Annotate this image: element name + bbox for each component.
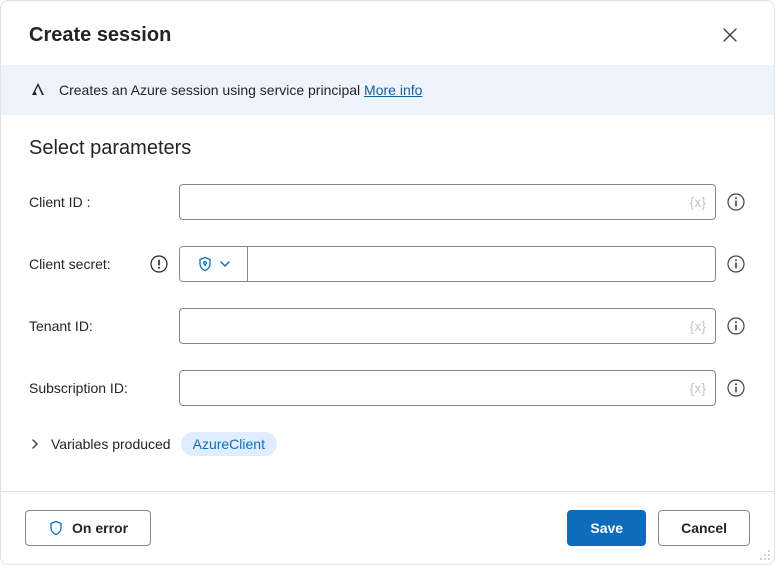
info-icon xyxy=(727,255,745,273)
chevron-down-icon xyxy=(219,258,231,270)
azure-icon xyxy=(29,81,47,99)
secret-type-dropdown[interactable] xyxy=(180,247,248,281)
dialog-footer: On error Save Cancel xyxy=(1,491,774,564)
save-button[interactable]: Save xyxy=(567,510,646,546)
variables-produced-label: Variables produced xyxy=(51,436,171,452)
section-title: Select parameters xyxy=(29,137,746,160)
client-secret-input[interactable] xyxy=(248,247,715,281)
footer-actions: Save Cancel xyxy=(567,510,750,546)
dialog-header: Create session xyxy=(1,1,774,65)
resize-grip-icon[interactable] xyxy=(758,548,772,562)
client-secret-row: Client secret: xyxy=(29,246,746,282)
cancel-button[interactable]: Cancel xyxy=(658,510,750,546)
info-icon xyxy=(727,317,745,335)
client-secret-info-button[interactable] xyxy=(726,254,746,274)
chevron-right-icon xyxy=(29,438,41,450)
dialog-title: Create session xyxy=(29,24,171,47)
shield-outline-icon xyxy=(48,520,64,536)
client-id-row: Client ID : {x} xyxy=(29,184,746,220)
tenant-id-info-button[interactable] xyxy=(726,316,746,336)
client-id-label: Client ID : xyxy=(29,194,90,210)
warning-icon xyxy=(150,255,168,273)
subscription-id-label: Subscription ID: xyxy=(29,380,128,396)
more-info-link[interactable]: More info xyxy=(364,82,422,98)
variables-toggle[interactable] xyxy=(29,438,41,450)
close-icon xyxy=(723,28,737,42)
save-label: Save xyxy=(590,520,623,536)
client-id-input[interactable] xyxy=(179,184,716,220)
info-icon xyxy=(727,193,745,211)
create-session-dialog: Create session Creates an Azure session … xyxy=(0,0,775,565)
info-banner: Creates an Azure session using service p… xyxy=(1,65,774,115)
tenant-id-input[interactable] xyxy=(179,308,716,344)
client-secret-warning-button[interactable] xyxy=(149,254,169,274)
close-button[interactable] xyxy=(714,19,746,51)
variable-chip-azureclient[interactable]: AzureClient xyxy=(181,432,277,456)
client-id-info-button[interactable] xyxy=(726,192,746,212)
subscription-id-row: Subscription ID: {x} xyxy=(29,370,746,406)
subscription-id-input[interactable] xyxy=(179,370,716,406)
tenant-id-label: Tenant ID: xyxy=(29,318,93,334)
shield-icon xyxy=(197,256,213,272)
on-error-button[interactable]: On error xyxy=(25,510,151,546)
dialog-content: Select parameters Client ID : {x} Client… xyxy=(1,115,774,491)
banner-text: Creates an Azure session using service p… xyxy=(59,82,422,98)
tenant-id-row: Tenant ID: {x} xyxy=(29,308,746,344)
banner-text-content: Creates an Azure session using service p… xyxy=(59,82,364,98)
info-icon xyxy=(727,379,745,397)
variables-produced-row: Variables produced AzureClient xyxy=(29,432,746,456)
subscription-id-info-button[interactable] xyxy=(726,378,746,398)
on-error-label: On error xyxy=(72,520,128,536)
cancel-label: Cancel xyxy=(681,520,727,536)
client-secret-label: Client secret: xyxy=(29,256,111,272)
